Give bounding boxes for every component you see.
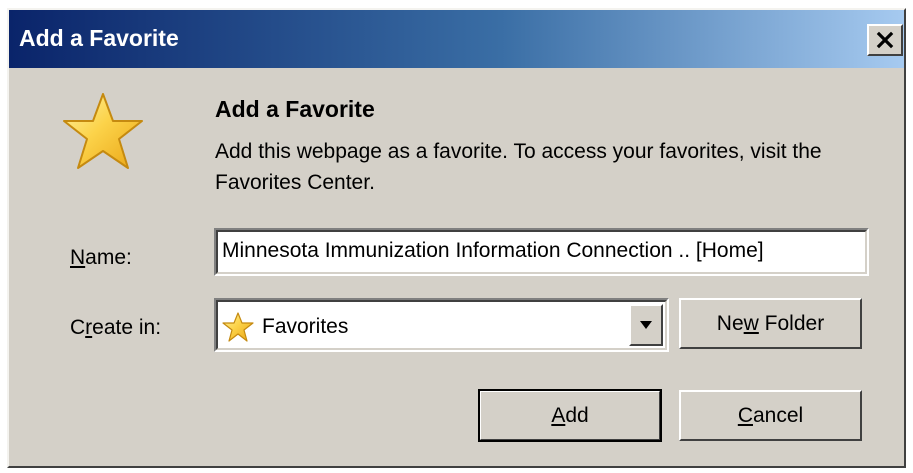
- cancel-mnemonic: C: [737, 403, 753, 427]
- title-bar[interactable]: Add a Favorite: [9, 10, 904, 68]
- dropdown-button[interactable]: [629, 304, 663, 346]
- name-label-mnemonic: N: [70, 246, 86, 269]
- cancel-label-rest: ancel: [752, 403, 804, 427]
- add-favorite-dialog: Add a Favorite Add a Favorite Add this w…: [7, 8, 906, 468]
- new-folder-label-b: Folder: [758, 311, 825, 335]
- close-icon: [876, 31, 894, 49]
- new-folder-button[interactable]: Ne w Folder: [679, 298, 862, 349]
- name-input-value[interactable]: Minnesota Immunization Information Conne…: [216, 230, 867, 274]
- name-label: Name:: [70, 246, 132, 270]
- create-in-label: Create in:: [70, 316, 161, 340]
- new-folder-label-a: Ne: [716, 311, 744, 335]
- create-in-select[interactable]: Favorites: [214, 298, 669, 352]
- dialog-heading: Add a Favorite: [215, 96, 375, 122]
- name-label-rest: ame:: [85, 246, 132, 269]
- close-button[interactable]: [867, 24, 903, 56]
- new-folder-mnemonic: w: [743, 311, 759, 335]
- create-in-select-inner: Favorites: [216, 300, 667, 350]
- create-in-value: Favorites: [262, 315, 349, 338]
- add-button[interactable]: Add: [478, 389, 662, 442]
- star-icon: [63, 93, 143, 169]
- dialog-description: Add this webpage as a favorite. To acces…: [215, 140, 822, 194]
- add-mnemonic: A: [551, 403, 566, 427]
- add-label-rest: dd: [565, 403, 589, 427]
- cancel-button[interactable]: Cancel: [679, 390, 862, 441]
- name-input[interactable]: Minnesota Immunization Information Conne…: [214, 228, 869, 276]
- chevron-down-icon: [640, 321, 652, 329]
- create-in-label-first: C: [70, 316, 86, 339]
- create-in-label-rest: eate in:: [92, 316, 162, 339]
- folder-star-icon: [222, 312, 254, 342]
- window-title: Add a Favorite: [19, 25, 179, 51]
